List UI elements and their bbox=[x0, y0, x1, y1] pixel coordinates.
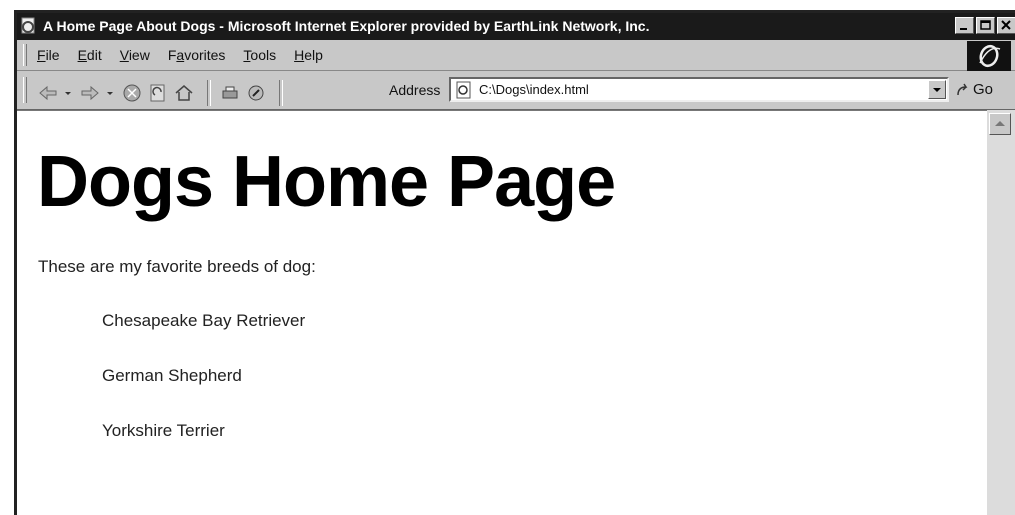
toolbar-separator bbox=[279, 80, 283, 106]
window-title: A Home Page About Dogs - Microsoft Inter… bbox=[43, 18, 650, 34]
page-heading: Dogs Home Page bbox=[37, 142, 616, 222]
menu-tools[interactable]: Tools bbox=[243, 47, 276, 63]
breed-list: Chesapeake Bay Retriever German Shepherd… bbox=[102, 311, 305, 476]
scroll-up-button[interactable] bbox=[989, 113, 1011, 135]
title-bar: A Home Page About Dogs - Microsoft Inter… bbox=[17, 13, 1015, 40]
chevron-down-icon bbox=[933, 88, 941, 92]
page-content: Dogs Home Page These are my favorite bre… bbox=[17, 110, 987, 515]
toolbar: Address C:\Dogs\index.html Go bbox=[17, 71, 1015, 111]
stop-icon[interactable] bbox=[121, 83, 143, 103]
refresh-icon[interactable] bbox=[147, 83, 169, 103]
forward-dropdown-icon[interactable] bbox=[105, 83, 115, 103]
go-arrow-icon bbox=[957, 83, 968, 95]
browser-window: A Home Page About Dogs - Microsoft Inter… bbox=[14, 10, 1015, 515]
print-icon[interactable] bbox=[219, 83, 241, 103]
back-icon[interactable] bbox=[37, 83, 59, 103]
go-label: Go bbox=[973, 81, 994, 98]
back-dropdown-icon[interactable] bbox=[63, 83, 73, 103]
menu-help[interactable]: Help bbox=[294, 47, 323, 63]
chevron-up-icon bbox=[995, 121, 1005, 126]
minimize-button[interactable] bbox=[955, 17, 974, 34]
address-label: Address bbox=[389, 82, 441, 98]
breed-item: German Shepherd bbox=[102, 366, 242, 385]
ie-logo-icon bbox=[967, 41, 1011, 71]
address-field[interactable]: C:\Dogs\index.html bbox=[449, 77, 949, 102]
breed-item: Chesapeake Bay Retriever bbox=[102, 311, 306, 330]
ie-page-icon bbox=[21, 17, 35, 34]
maximize-button[interactable] bbox=[976, 17, 995, 34]
menu-favorites[interactable]: Favorites bbox=[168, 47, 226, 63]
home-icon[interactable] bbox=[173, 83, 195, 103]
go-button[interactable]: Go bbox=[955, 81, 993, 98]
forward-icon[interactable] bbox=[79, 83, 101, 103]
menu-file[interactable]: File bbox=[37, 47, 60, 63]
breed-item: Yorkshire Terrier bbox=[102, 421, 225, 440]
toolbar-separator bbox=[207, 80, 211, 106]
intro-text: These are my favorite breeds of dog: bbox=[38, 257, 316, 276]
menu-view[interactable]: View bbox=[120, 47, 150, 63]
close-button[interactable] bbox=[997, 17, 1015, 34]
page-icon bbox=[456, 81, 471, 99]
toolbar-grip[interactable] bbox=[23, 77, 27, 103]
menu-bar: File Edit View Favorites Tools Help bbox=[17, 40, 1015, 71]
menu-grip[interactable] bbox=[23, 44, 27, 66]
address-dropdown-button[interactable] bbox=[928, 80, 946, 99]
menu-edit[interactable]: Edit bbox=[78, 47, 102, 63]
address-value[interactable]: C:\Dogs\index.html bbox=[479, 82, 589, 97]
vertical-scrollbar[interactable] bbox=[987, 110, 1015, 515]
edit-icon[interactable] bbox=[245, 83, 267, 103]
